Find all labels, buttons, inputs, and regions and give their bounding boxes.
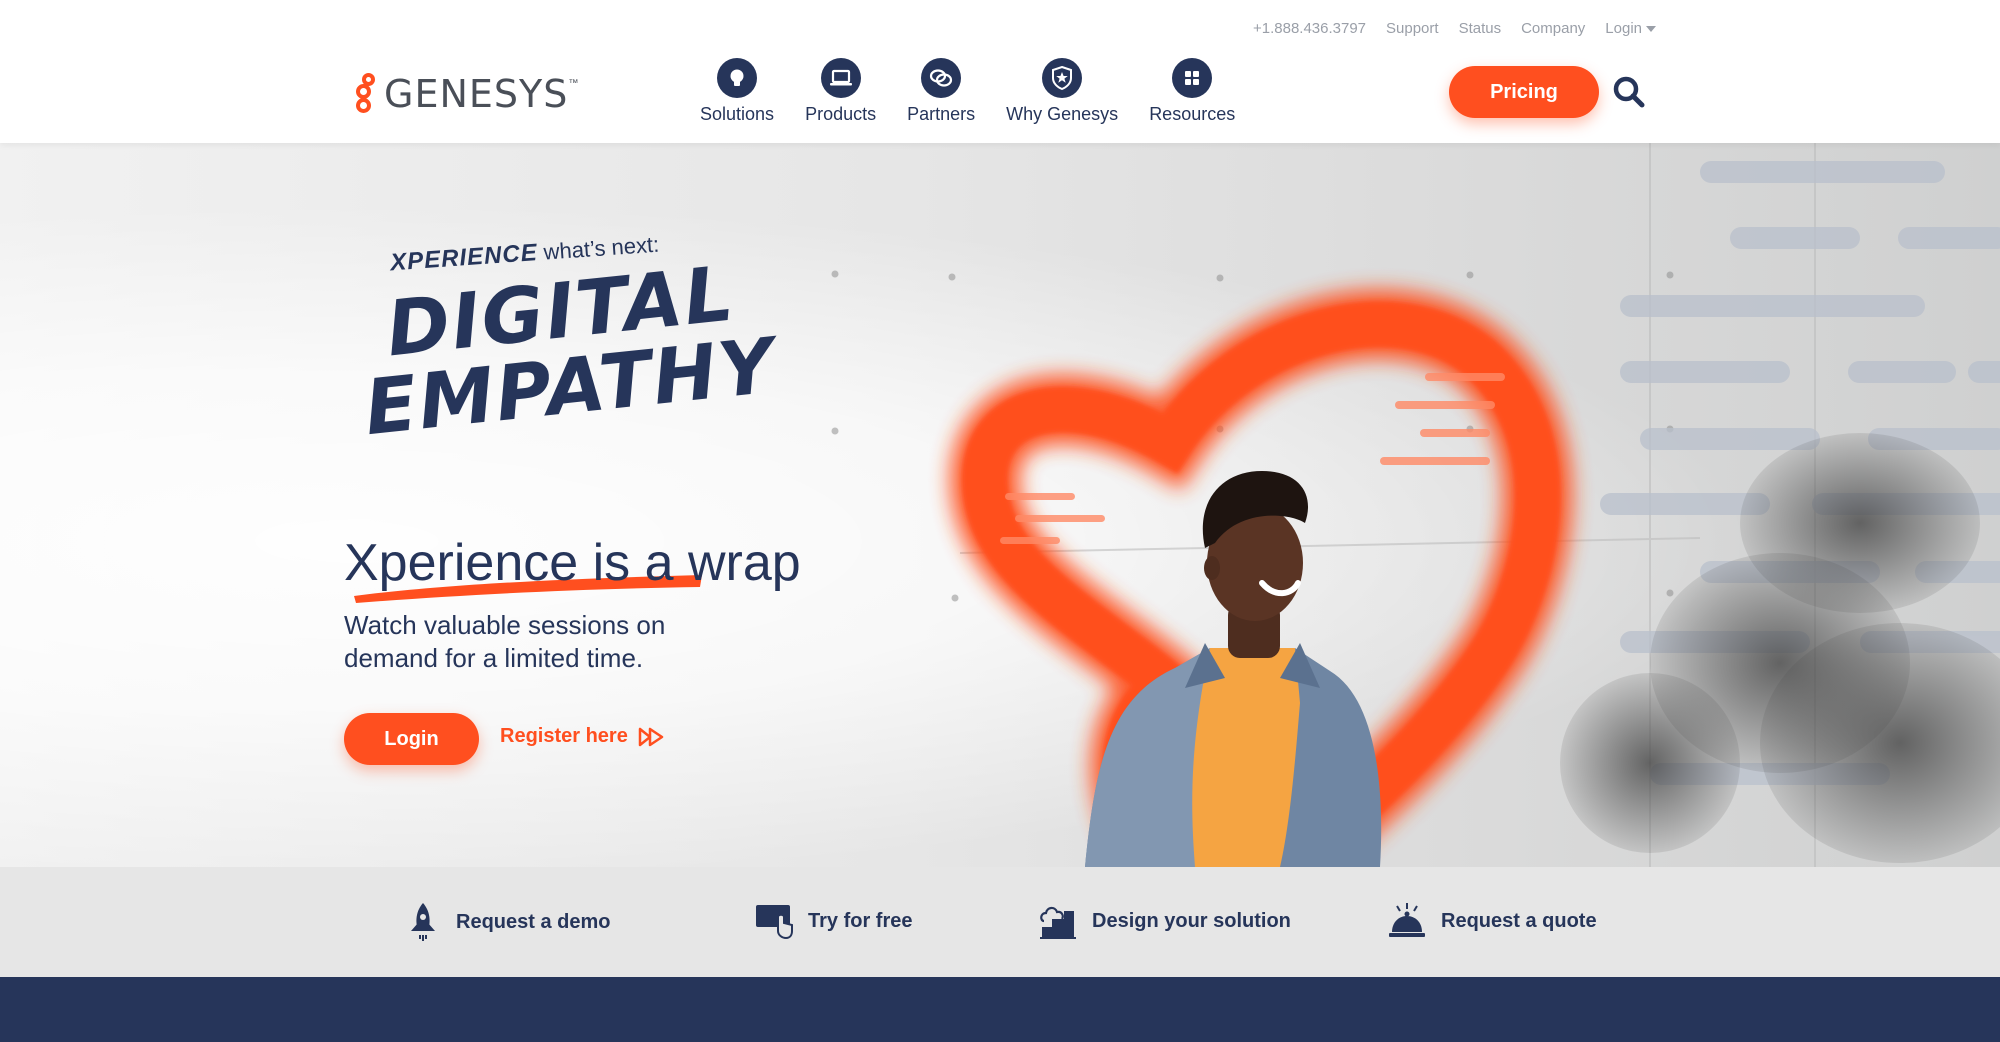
status-link[interactable]: Status [1459,20,1502,37]
nav-resources[interactable]: Resources [1149,58,1235,125]
company-link[interactable]: Company [1521,20,1585,37]
lightbulb-icon [717,58,758,98]
request-quote-link[interactable]: Request a quote [1387,901,1597,941]
quick-link-label: Design your solution [1092,909,1291,932]
hero-login-button[interactable]: Login [344,713,479,765]
shield-star-icon [1042,58,1083,98]
support-link[interactable]: Support [1386,20,1439,37]
nav-label: Why Genesys [1006,104,1119,124]
fast-forward-icon [638,727,664,746]
search-icon[interactable] [1612,75,1646,109]
site-header: +1.888.436.3797 Support Status Company L… [0,0,2000,143]
quick-links-bar: Request a demo Try for free Design your … [0,867,2000,977]
login-dropdown[interactable]: Login [1605,20,1656,37]
genesys-logo-mark [354,73,378,115]
grid-icon [1172,58,1213,98]
logo-wordmark: GENESYS [384,72,569,116]
register-here-label: Register here [500,725,628,747]
nav-label: Partners [907,104,976,124]
trademark-symbol: ™ [568,78,579,89]
request-demo-link[interactable]: Request a demo [404,901,610,943]
pricing-button[interactable]: Pricing [1449,66,1599,118]
nav-label: Solutions [700,104,775,124]
design-solution-link[interactable]: Design your solution [1038,901,1291,941]
cloud-building-icon [1040,906,1076,939]
login-dropdown-label: Login [1605,20,1642,37]
utility-nav: +1.888.436.3797 Support Status Company L… [1253,20,1656,37]
nav-label: Resources [1149,104,1236,124]
navy-footer-band [0,977,2000,1042]
nav-label: Products [805,104,877,124]
laptop-icon [820,58,861,98]
nav-why-genesys[interactable]: Why Genesys [1006,58,1118,125]
quick-link-label: Request a demo [456,910,611,933]
quick-link-label: Request a quote [1441,909,1597,932]
hero-banner: XPERIENCE what’s next: DIGITAL EMPATHY Xp… [0,143,2000,867]
hero-heading: Xperience is a wrap [344,534,801,592]
screen-touch-icon [756,905,793,940]
rocket-icon [411,903,435,941]
nav-products[interactable]: Products [805,58,876,125]
nav-partners[interactable]: Partners [907,58,975,125]
quick-link-label: Try for free [808,909,913,932]
try-for-free-link[interactable]: Try for free [754,901,912,941]
nav-solutions[interactable]: Solutions [700,58,774,125]
genesys-logo[interactable]: GENESYS ™ [354,72,578,116]
register-here-link[interactable]: Register here [500,725,666,748]
service-bell-icon [1389,903,1425,937]
caret-down-icon [1646,26,1656,33]
phone-link[interactable]: +1.888.436.3797 [1253,20,1366,37]
main-nav: Solutions Products Partners Why Genesys … [700,58,1266,125]
hero-illustration [831,143,2000,867]
hero-subtext: Watch valuable sessions on demand for a … [344,610,666,673]
linked-rings-icon [921,58,962,98]
